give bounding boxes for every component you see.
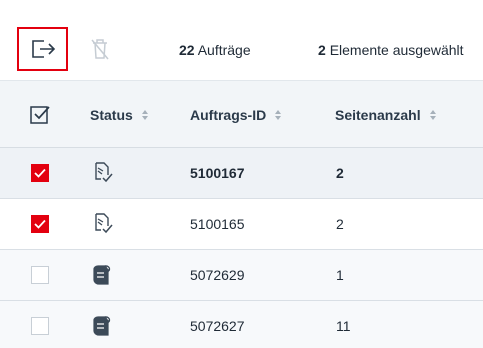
- job-count-label: Aufträge: [197, 42, 251, 58]
- table-row[interactable]: 5072627 11: [0, 301, 483, 348]
- paper-roll-icon: [93, 316, 111, 336]
- row-checkbox[interactable]: [31, 266, 49, 284]
- column-header-job-id-label: Auftrags-ID: [190, 107, 267, 123]
- select-all-checkbox-icon: [30, 106, 50, 124]
- job-id: 5100167: [190, 165, 245, 181]
- table-row[interactable]: 5100165 2: [0, 199, 483, 250]
- delete-trash-icon: [91, 39, 109, 60]
- job-id: 5072627: [190, 318, 245, 334]
- paper-roll-icon: [93, 265, 111, 285]
- page-count: 2: [336, 216, 344, 232]
- job-count-number: 22: [179, 42, 195, 58]
- column-header-job-id[interactable]: Auftrags-ID: [190, 81, 282, 149]
- checkmark-icon: [34, 168, 46, 178]
- job-id: 5072629: [190, 267, 245, 283]
- selected-count-label: Elemente ausgewählt: [329, 42, 464, 58]
- row-checkbox[interactable]: [31, 164, 49, 182]
- column-header-page-count[interactable]: Seitenanzahl: [335, 81, 436, 149]
- row-checkbox[interactable]: [31, 317, 49, 335]
- row-checkbox[interactable]: [31, 215, 49, 233]
- table-row[interactable]: 5072629 1: [0, 250, 483, 301]
- table-header: Status Auftrags-ID Seitenanzahl: [0, 80, 483, 148]
- column-header-status-label: Status: [90, 107, 133, 123]
- print-job-done-icon: [95, 162, 113, 183]
- select-all-checkbox[interactable]: [29, 81, 51, 149]
- page-count: 1: [336, 267, 344, 283]
- page-count: 11: [336, 318, 351, 334]
- print-job-done-icon: [95, 213, 113, 234]
- sort-icon: [275, 110, 282, 120]
- checkmark-icon: [34, 219, 46, 229]
- table-row[interactable]: 5100167 2: [0, 148, 483, 199]
- selected-count-text: 2 Elemente ausgewählt: [318, 42, 464, 58]
- column-header-page-count-label: Seitenanzahl: [335, 107, 421, 123]
- export-button[interactable]: [17, 27, 68, 71]
- selected-count-number: 2: [318, 42, 326, 58]
- sort-icon: [429, 110, 436, 120]
- toolbar: 22 Aufträge 2 Elemente ausgewählt: [0, 0, 483, 80]
- job-id: 5100165: [190, 216, 245, 232]
- job-count-text: 22 Aufträge: [179, 42, 251, 58]
- page-count: 2: [336, 165, 344, 181]
- export-arrow-icon: [31, 40, 55, 58]
- column-header-status[interactable]: Status: [90, 81, 148, 149]
- sort-icon: [141, 110, 148, 120]
- delete-button[interactable]: [86, 33, 114, 65]
